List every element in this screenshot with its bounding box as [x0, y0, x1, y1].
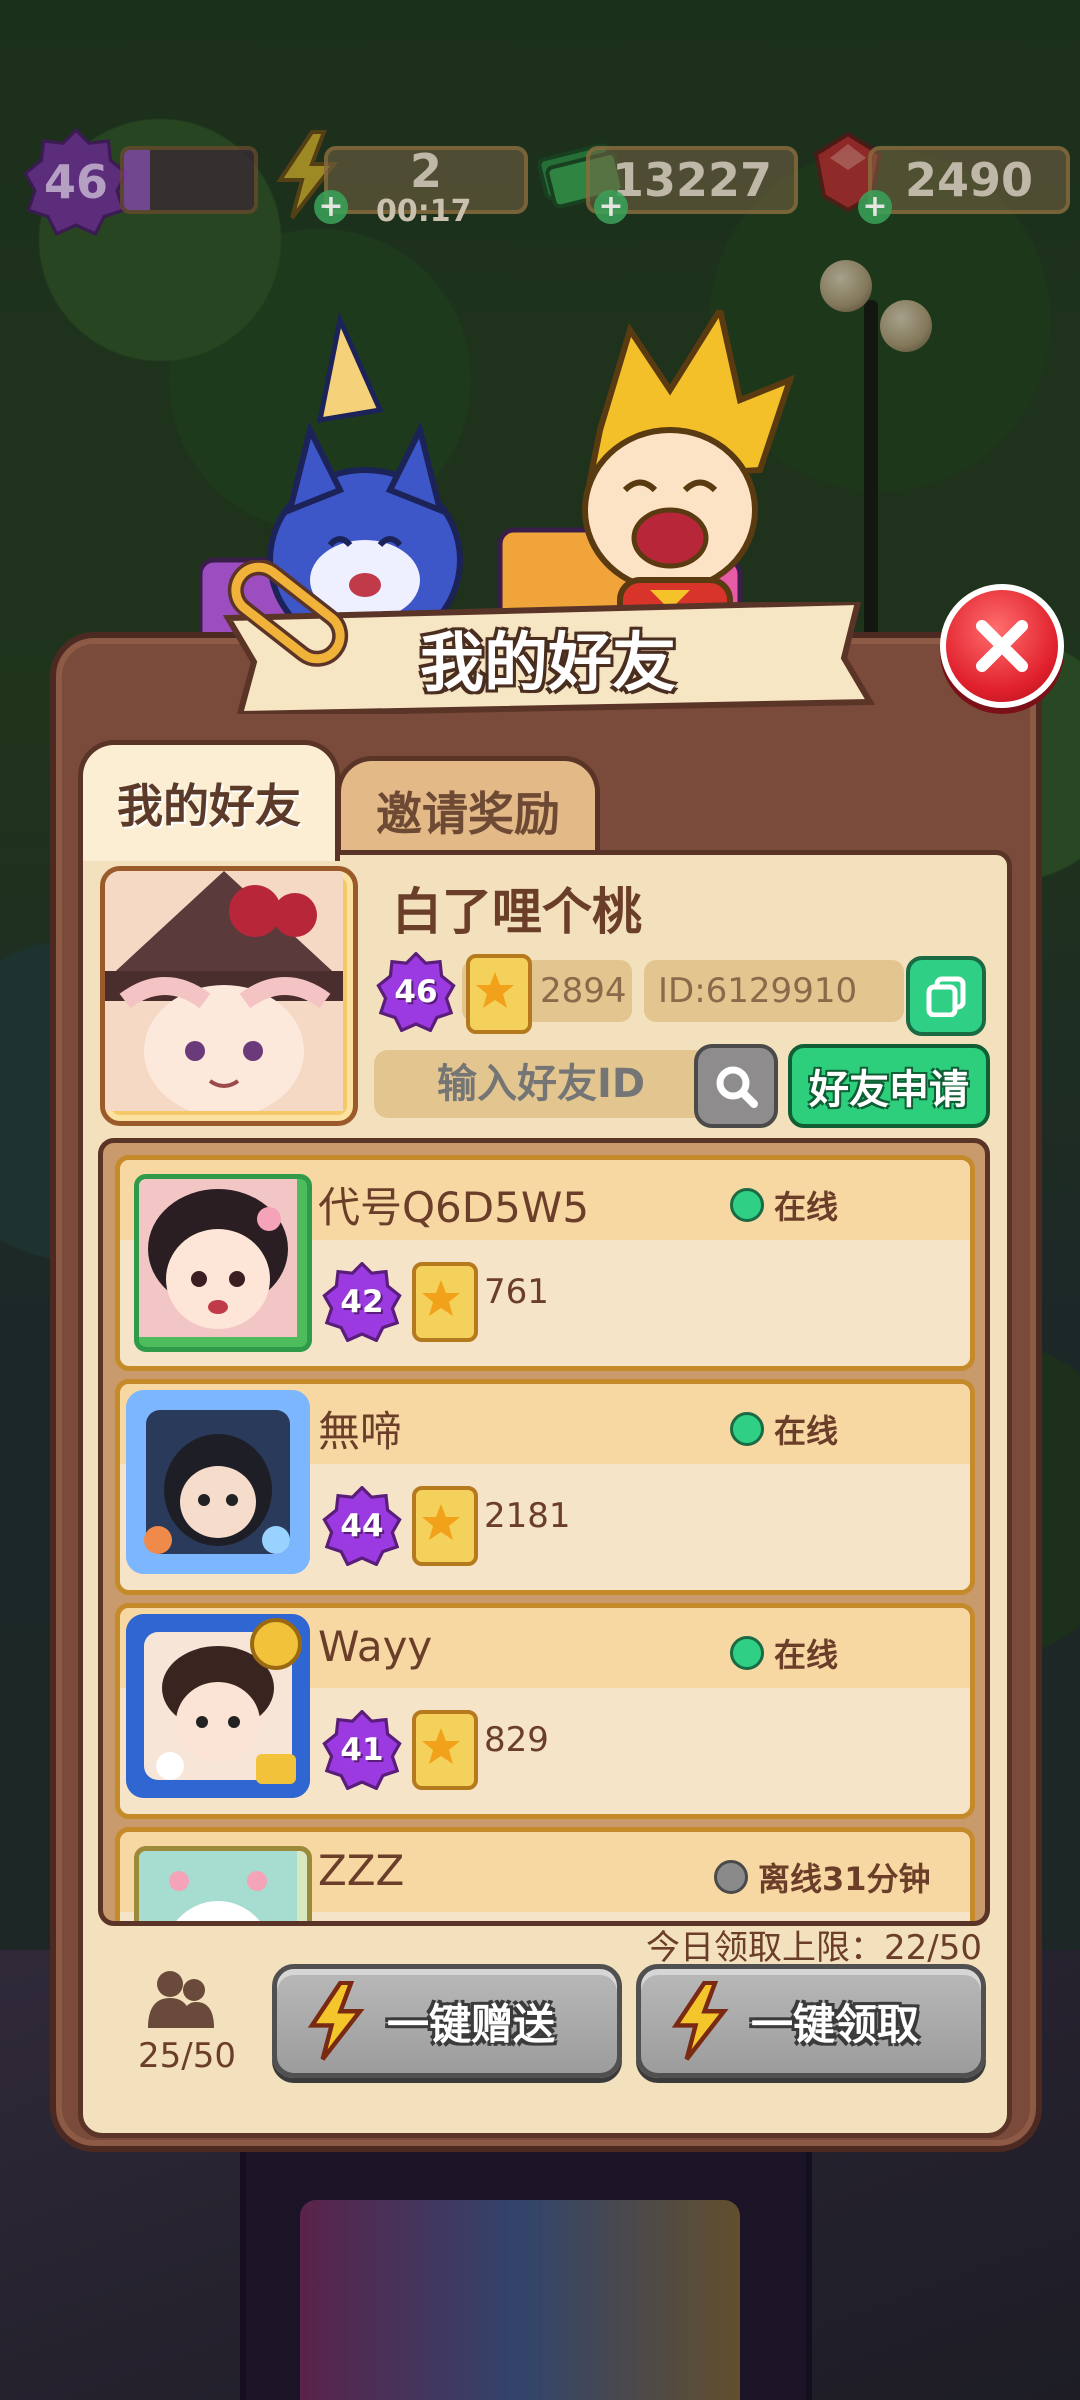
star-card-icon [412, 1710, 478, 1790]
player-level-text: 46 [43, 155, 108, 209]
friend-avatar-image [139, 1851, 297, 1921]
my-id-pill: ID:6129910 [644, 960, 904, 1022]
close-button[interactable] [940, 584, 1064, 708]
friend-points: 761 [484, 1272, 549, 1312]
add-energy-button[interactable]: + [314, 190, 348, 224]
friend-status: 在线 [730, 1406, 838, 1452]
xp-bar [120, 146, 258, 214]
friend-row[interactable]: 代号Q6D5W5 在线 42 761 [115, 1155, 975, 1371]
my-points-value: 2894 [540, 971, 627, 1011]
friend-avatar[interactable] [134, 1174, 312, 1352]
energy-bolt-icon [307, 1981, 365, 2061]
friend-avatar-image [139, 1179, 297, 1337]
offline-dot-icon [714, 1860, 748, 1894]
energy-value: 2 [409, 144, 442, 198]
friend-request-button[interactable]: 好友申请 [788, 1044, 990, 1128]
friend-status-text: 在线 [774, 1636, 839, 1674]
friend-avatar[interactable] [126, 1614, 310, 1798]
gem-value: 2490 [904, 153, 1034, 207]
witch-girl-avatar-image [105, 871, 343, 1117]
copy-id-button[interactable] [906, 956, 986, 1036]
add-cash-button[interactable]: + [594, 190, 628, 224]
send-all-label: 一键赠送 [387, 1999, 556, 2049]
claim-all-label: 一键领取 [751, 1999, 920, 2049]
player-level-badge[interactable]: 46 [22, 128, 130, 236]
daily-claim-limit: 今日领取上限：22/50 [646, 1928, 982, 1968]
my-id-value: ID:6129910 [658, 971, 858, 1011]
my-username: 白了哩个桃 [392, 883, 642, 941]
friend-points: 829 [484, 1720, 549, 1760]
friends-icon [148, 1971, 214, 2028]
friend-status-text: 在线 [774, 1188, 839, 1226]
friend-avatar-image [126, 1390, 310, 1574]
friend-count: 25/50 [138, 2036, 236, 2076]
paperclip-icon [227, 560, 349, 667]
xp-bar-fill [124, 150, 150, 210]
close-icon [976, 620, 1028, 672]
friend-avatar[interactable] [126, 1390, 310, 1574]
friend-list[interactable]: 代号Q6D5W5 在线 42 761 無啼 在线 44 2181 Wayy 在线… [98, 1138, 990, 1926]
friend-points: 2181 [484, 1496, 571, 1536]
friend-avatar-image [126, 1614, 310, 1798]
search-icon [716, 1066, 758, 1108]
tab-invite-rewards[interactable]: 邀请奖励 [336, 756, 600, 861]
friend-name: Wayy [318, 1622, 433, 1671]
friend-id-input[interactable] [374, 1050, 708, 1118]
friend-row[interactable]: 無啼 在线 44 2181 [115, 1379, 975, 1595]
friend-status: 在线 [730, 1182, 838, 1228]
tab-my-friends[interactable]: 我的好友 [78, 740, 340, 861]
energy-bolt-icon [671, 1981, 729, 2061]
friend-name: 無啼 [318, 1407, 403, 1456]
friend-name: ZZZ [318, 1846, 405, 1895]
friend-name: 代号Q6D5W5 [318, 1183, 590, 1232]
online-dot-icon [730, 1412, 764, 1446]
cash-value: 13227 [611, 153, 773, 207]
star-card-icon [412, 1486, 478, 1566]
friend-level-text: 42 [340, 1284, 384, 1320]
friend-row[interactable]: ZZZ 离线31分钟 [115, 1827, 975, 1921]
online-dot-icon [730, 1636, 764, 1670]
friend-row[interactable]: Wayy 在线 41 829 [115, 1603, 975, 1819]
send-all-button[interactable]: 一键赠送 [272, 1964, 622, 2078]
friend-level-text: 44 [340, 1508, 384, 1544]
star-card-icon [412, 1262, 478, 1342]
friend-status: 离线31分钟 [714, 1854, 931, 1900]
friend-level-badge: 44 [322, 1485, 402, 1567]
star-card-icon [466, 954, 532, 1034]
friend-level-badge: 42 [322, 1261, 402, 1343]
claim-all-button[interactable]: 一键领取 [636, 1964, 986, 2078]
friend-status-text: 离线31分钟 [758, 1860, 931, 1898]
my-level-text: 46 [394, 974, 438, 1010]
add-gem-button[interactable]: + [858, 190, 892, 224]
search-button[interactable] [694, 1044, 778, 1128]
friend-avatar[interactable] [134, 1846, 312, 1921]
friend-level-text: 41 [340, 1732, 384, 1768]
copy-icon [926, 976, 966, 1017]
my-level-badge: 46 [376, 951, 456, 1033]
my-avatar[interactable] [100, 866, 358, 1126]
friend-level-badge: 41 [322, 1709, 402, 1791]
gem-counter[interactable]: 2490 [868, 146, 1070, 214]
energy-timer: 00:17 [376, 194, 472, 229]
friend-status-text: 在线 [774, 1412, 839, 1450]
online-dot-icon [730, 1188, 764, 1222]
friend-status: 在线 [730, 1630, 838, 1676]
